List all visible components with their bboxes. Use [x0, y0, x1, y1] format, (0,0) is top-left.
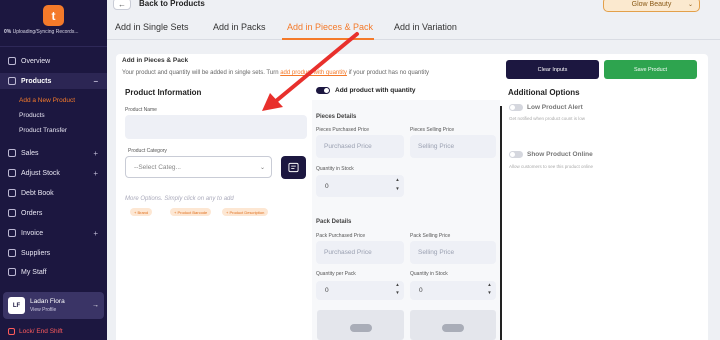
pack-image-slot[interactable] — [410, 310, 496, 340]
add-with-quantity-toggle[interactable] — [316, 87, 330, 94]
form-description: Your product and quantity will be added … — [122, 70, 429, 76]
submenu-product-transfer[interactable]: Product Transfer — [19, 127, 67, 134]
barcode-chip[interactable]: + Product Barcode — [170, 208, 212, 216]
low-product-alert-label: Low Product Alert — [527, 104, 583, 111]
pack-quantity-in-stock-label: Quantity in Stock — [410, 271, 448, 277]
page-title: Back to Products — [139, 0, 205, 8]
stepper-up-icon[interactable]: ▲ — [394, 282, 401, 287]
quantity-in-stock-input[interactable]: 0 — [316, 175, 404, 197]
sidebar-item-adjust-stock[interactable]: Adjust Stock + — [0, 165, 107, 181]
sync-status: 0% Uploading/Syncing Records... — [4, 29, 79, 35]
additional-options-heading: Additional Options — [508, 88, 580, 97]
quantity-in-stock-label: Quantity in Stock — [316, 166, 354, 172]
arrow-right-icon: → — [92, 302, 99, 309]
sidebar-item-my-staff[interactable]: My Staff — [0, 264, 107, 280]
cart-icon — [8, 149, 16, 157]
add-category-button[interactable] — [281, 156, 306, 179]
tab-variation[interactable]: Add in Variation — [394, 22, 457, 32]
sidebar-item-suppliers[interactable]: Suppliers — [0, 245, 107, 261]
form-title: Add in Pieces & Pack — [122, 57, 189, 64]
quantity-per-pack-label: Quantity per Pack — [316, 271, 356, 277]
column-divider — [500, 106, 502, 340]
grid-icon — [8, 57, 16, 65]
product-name-label: Product Name — [125, 107, 157, 113]
lock-end-shift-button[interactable]: Lock/ End Shift — [8, 328, 63, 335]
profile-name: Ladan Flora — [30, 298, 65, 305]
more-options-hint: More Options. Simply click on any to add — [125, 196, 234, 202]
description-chip[interactable]: + Product Description — [222, 208, 269, 216]
submenu-add-new-product[interactable]: Add a New Product — [19, 97, 75, 104]
tab-pieces-and-pack[interactable]: Add in Pieces & Pack — [287, 22, 373, 32]
avatar: LF — [8, 297, 25, 314]
pieces-purchased-label: Pieces Purchased Price — [316, 127, 370, 133]
stepper-down-icon[interactable]: ▼ — [486, 290, 493, 295]
add-with-quantity-link[interactable]: add product with quantity — [280, 70, 347, 76]
truck-icon — [8, 249, 16, 257]
active-tab-indicator — [282, 38, 374, 40]
expand-icon[interactable]: + — [93, 229, 98, 238]
app-logo: t — [43, 5, 64, 26]
stepper-up-icon[interactable]: ▲ — [486, 282, 493, 287]
pieces-selling-input[interactable]: Selling Price — [410, 135, 496, 158]
sidebar-item-orders[interactable]: Orders — [0, 205, 107, 221]
tab-packs[interactable]: Add in Packs — [213, 22, 266, 32]
tab-single-sets[interactable]: Add in Single Sets — [115, 22, 189, 32]
pack-purchased-label: Pack Purchased Price — [316, 233, 366, 239]
add-note-icon — [288, 162, 299, 173]
lock-icon — [8, 328, 15, 335]
pieces-selling-label: Pieces Selling Price — [410, 127, 455, 133]
show-product-online-hint: Allow customers to see this product onli… — [509, 164, 594, 169]
show-product-online-toggle[interactable] — [509, 151, 523, 158]
expand-icon[interactable]: + — [93, 149, 98, 158]
sidebar-item-debt-book[interactable]: Debt Book — [0, 185, 107, 201]
orders-icon — [8, 209, 16, 217]
sidebar-item-invoice[interactable]: Invoice + — [0, 225, 107, 241]
sidebar-item-overview[interactable]: Overview — [0, 53, 107, 69]
submenu-products[interactable]: Products — [19, 112, 45, 119]
profile-card[interactable]: LF Ladan Flora View Profile → — [3, 292, 104, 319]
product-category-select[interactable]: --Select Categ... ⌄ — [125, 156, 272, 178]
quantity-per-pack-input[interactable]: 0 — [316, 281, 404, 300]
collapse-icon[interactable]: − — [93, 77, 98, 86]
pack-details-heading: Pack Details — [316, 219, 352, 225]
product-information-heading: Product Information — [125, 88, 202, 97]
tab-bar: Add in Single Sets Add in Packs Add in P… — [107, 18, 720, 40]
clear-inputs-button[interactable]: Clear Inputs — [506, 60, 599, 79]
pieces-purchased-input[interactable]: Purchased Price — [316, 135, 404, 158]
stepper-up-icon[interactable]: ▲ — [394, 177, 401, 182]
pack-selling-input[interactable]: Selling Price — [410, 241, 496, 264]
sidebar-item-sales[interactable]: Sales + — [0, 145, 107, 161]
sidebar: t 0% Uploading/Syncing Records... Overvi… — [0, 0, 107, 340]
chevron-down-icon: ⌄ — [687, 2, 693, 8]
back-button[interactable]: ← — [113, 0, 131, 10]
stepper-down-icon[interactable]: ▼ — [394, 186, 401, 191]
sidebar-item-products[interactable]: Products − — [0, 73, 107, 89]
save-product-button[interactable]: Save Product — [604, 60, 697, 79]
sidebar-divider — [0, 46, 107, 47]
store-selector[interactable]: Glow Beauty ⌄ — [603, 0, 700, 12]
pack-image-slot[interactable] — [317, 310, 404, 340]
add-with-quantity-label: Add product with quantity — [335, 87, 416, 94]
pack-quantity-in-stock-input[interactable]: 0 — [410, 281, 496, 300]
product-category-label: Product Category — [128, 148, 167, 154]
low-product-alert-hint: Get notified when product count is low — [509, 116, 586, 121]
users-icon — [8, 268, 16, 276]
adjust-icon — [8, 169, 16, 177]
box-icon — [8, 77, 16, 85]
pack-purchased-input[interactable]: Purchased Price — [316, 241, 404, 264]
view-profile-link[interactable]: View Profile — [30, 307, 56, 313]
product-name-input[interactable] — [125, 115, 307, 139]
invoice-icon — [8, 229, 16, 237]
stepper-down-icon[interactable]: ▼ — [394, 290, 401, 295]
pieces-details-heading: Pieces Details — [316, 114, 357, 120]
book-icon — [8, 189, 16, 197]
show-product-online-label: Show Product Online — [527, 151, 593, 158]
brand-chip[interactable]: + Brand — [130, 208, 153, 216]
chevron-down-icon: ⌄ — [259, 164, 265, 171]
pack-selling-label: Pack Selling Price — [410, 233, 451, 239]
low-product-alert-toggle[interactable] — [509, 104, 523, 111]
expand-icon[interactable]: + — [93, 169, 98, 178]
